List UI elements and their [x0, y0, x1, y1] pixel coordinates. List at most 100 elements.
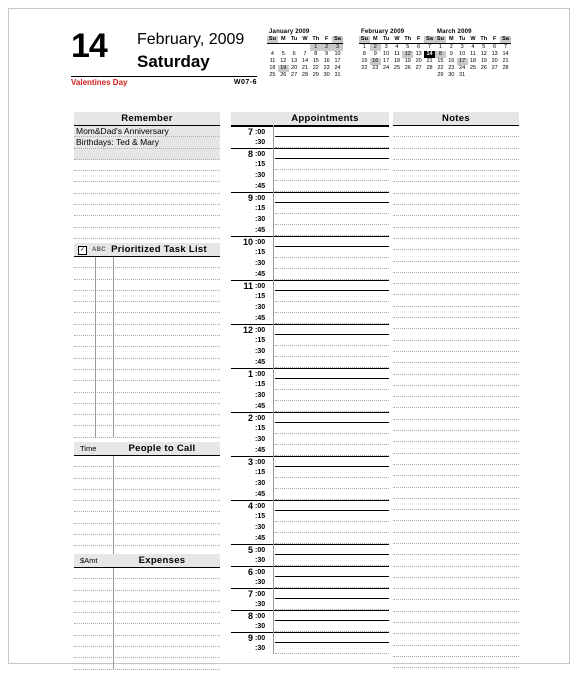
appointment-slot[interactable]: 10:00: [231, 236, 389, 247]
notes-row[interactable]: [393, 295, 519, 307]
mini-calendar-day[interactable]: 12: [402, 51, 414, 58]
mini-calendar-day[interactable]: 8: [435, 51, 446, 58]
notes-row[interactable]: [393, 262, 519, 273]
notes-row[interactable]: [393, 544, 519, 556]
mini-calendar-day[interactable]: 8: [310, 51, 321, 58]
mini-calendar-day[interactable]: 8: [359, 51, 370, 58]
list-row[interactable]: [74, 535, 220, 547]
notes-row[interactable]: [393, 216, 519, 228]
notes-row[interactable]: [393, 182, 519, 194]
appointment-slot[interactable]: :30: [231, 555, 389, 566]
list-row[interactable]: [74, 501, 220, 513]
notes-row[interactable]: [393, 363, 519, 375]
mini-calendar-day[interactable]: 3: [381, 44, 392, 52]
notes-row[interactable]: [393, 273, 519, 285]
list-row[interactable]: [74, 524, 220, 536]
appointment-slot[interactable]: :30: [231, 577, 389, 588]
mini-calendar-day[interactable]: 12: [478, 51, 489, 58]
mini-calendar-day[interactable]: 2: [446, 44, 457, 52]
notes-row[interactable]: [393, 465, 519, 477]
mini-calendar-day[interactable]: 4: [468, 44, 479, 52]
appointment-slot[interactable]: 7:00: [231, 588, 389, 599]
mini-calendar-day[interactable]: 24: [457, 65, 468, 72]
list-row[interactable]: [74, 591, 220, 602]
appointment-slot[interactable]: :30: [231, 346, 389, 357]
mini-calendar-day[interactable]: 3: [457, 44, 468, 52]
mini-calendar-day[interactable]: 9: [370, 51, 381, 58]
mini-calendar-day[interactable]: 21: [300, 65, 311, 72]
mini-calendar-day[interactable]: 6: [489, 44, 500, 52]
mini-calendar-day[interactable]: 27: [289, 72, 300, 79]
mini-calendar-day[interactable]: 21: [424, 58, 435, 65]
mini-calendar-day[interactable]: 17: [381, 58, 392, 65]
notes-row[interactable]: [393, 431, 519, 443]
mini-calendar-day[interactable]: 19: [478, 58, 489, 65]
notes-row[interactable]: [393, 307, 519, 319]
mini-calendar-day[interactable]: 24: [332, 65, 343, 72]
appointment-slot[interactable]: :45: [231, 225, 389, 236]
notes-row[interactable]: [393, 488, 519, 499]
mini-calendar-day[interactable]: 21: [500, 58, 511, 65]
notes-row[interactable]: [393, 589, 519, 601]
list-row[interactable]: [74, 160, 220, 172]
appointment-slot[interactable]: :30: [231, 478, 389, 489]
mini-calendar-day[interactable]: 11: [468, 51, 479, 58]
mini-calendar-day[interactable]: 2: [369, 43, 381, 51]
list-row[interactable]: [74, 613, 220, 625]
mini-calendar-day[interactable]: 1: [310, 43, 322, 51]
mini-calendar-day[interactable]: 31: [332, 72, 343, 79]
notes-row[interactable]: [393, 600, 519, 612]
mini-calendar-day[interactable]: 3: [332, 43, 343, 51]
mini-calendar-day[interactable]: 29: [310, 72, 321, 79]
appointment-slot[interactable]: :30: [231, 434, 389, 445]
list-row[interactable]: [74, 479, 220, 490]
mini-calendar-day[interactable]: 30: [446, 72, 457, 79]
mini-calendar-day[interactable]: 7: [500, 44, 511, 52]
notes-row[interactable]: [393, 239, 519, 251]
mini-calendar-day[interactable]: 12: [278, 58, 289, 65]
notes-row[interactable]: [393, 386, 519, 398]
list-row[interactable]: [74, 636, 220, 648]
list-row[interactable]: [74, 490, 220, 502]
appointment-slot[interactable]: :15: [231, 203, 389, 214]
notes-row[interactable]: [393, 228, 519, 239]
mini-calendar-day[interactable]: 14: [500, 51, 511, 58]
mini-calendar-day[interactable]: 23: [321, 65, 332, 72]
notes-row[interactable]: [393, 408, 519, 420]
notes-row[interactable]: [393, 194, 519, 206]
notes-row[interactable]: [393, 284, 519, 296]
mini-calendar-day[interactable]: 25: [468, 65, 479, 72]
mini-calendar-day[interactable]: 15: [359, 58, 370, 65]
list-row[interactable]: [74, 205, 220, 217]
list-row[interactable]: [74, 148, 220, 160]
notes-row[interactable]: [393, 420, 519, 432]
mini-calendar-day[interactable]: 10: [381, 51, 392, 58]
mini-calendar-day[interactable]: 5: [478, 44, 489, 52]
mini-calendar-day[interactable]: 10: [457, 51, 468, 58]
mini-calendar-day[interactable]: 9: [321, 51, 332, 58]
mini-calendar-day[interactable]: 17: [332, 58, 343, 65]
mini-calendar-day[interactable]: 27: [489, 65, 500, 72]
notes-row[interactable]: [393, 578, 519, 590]
mini-calendar-day[interactable]: 25: [392, 65, 403, 72]
appointment-slot[interactable]: 8:00: [231, 610, 389, 621]
notes-row[interactable]: [393, 510, 519, 522]
mini-calendar-day[interactable]: 9: [446, 51, 457, 58]
appointment-slot[interactable]: 4:00: [231, 500, 389, 511]
mini-calendar-day[interactable]: 17: [456, 58, 468, 65]
mini-calendar-day[interactable]: 15: [435, 58, 446, 65]
appointment-slot[interactable]: :15: [231, 467, 389, 478]
notes-row[interactable]: [393, 352, 519, 364]
mini-calendar-day[interactable]: 26: [278, 72, 289, 79]
list-row[interactable]: Mom&Dad's Anniversary: [74, 126, 220, 138]
appointment-slot[interactable]: :15: [231, 247, 389, 258]
remember-rows[interactable]: Mom&Dad's Anniversary Birthdays: Ted & Ma…: [74, 126, 220, 251]
appointment-slot[interactable]: :15: [231, 379, 389, 390]
mini-calendar-day[interactable]: 27: [413, 65, 424, 72]
list-row[interactable]: [74, 182, 220, 194]
mini-calendar-day[interactable]: 18: [468, 58, 479, 65]
mini-calendar-day[interactable]: 22: [435, 65, 446, 72]
appointment-slot[interactable]: :30: [231, 214, 389, 225]
appointment-slot[interactable]: :15: [231, 335, 389, 346]
mini-calendar-day[interactable]: 10: [332, 51, 343, 58]
